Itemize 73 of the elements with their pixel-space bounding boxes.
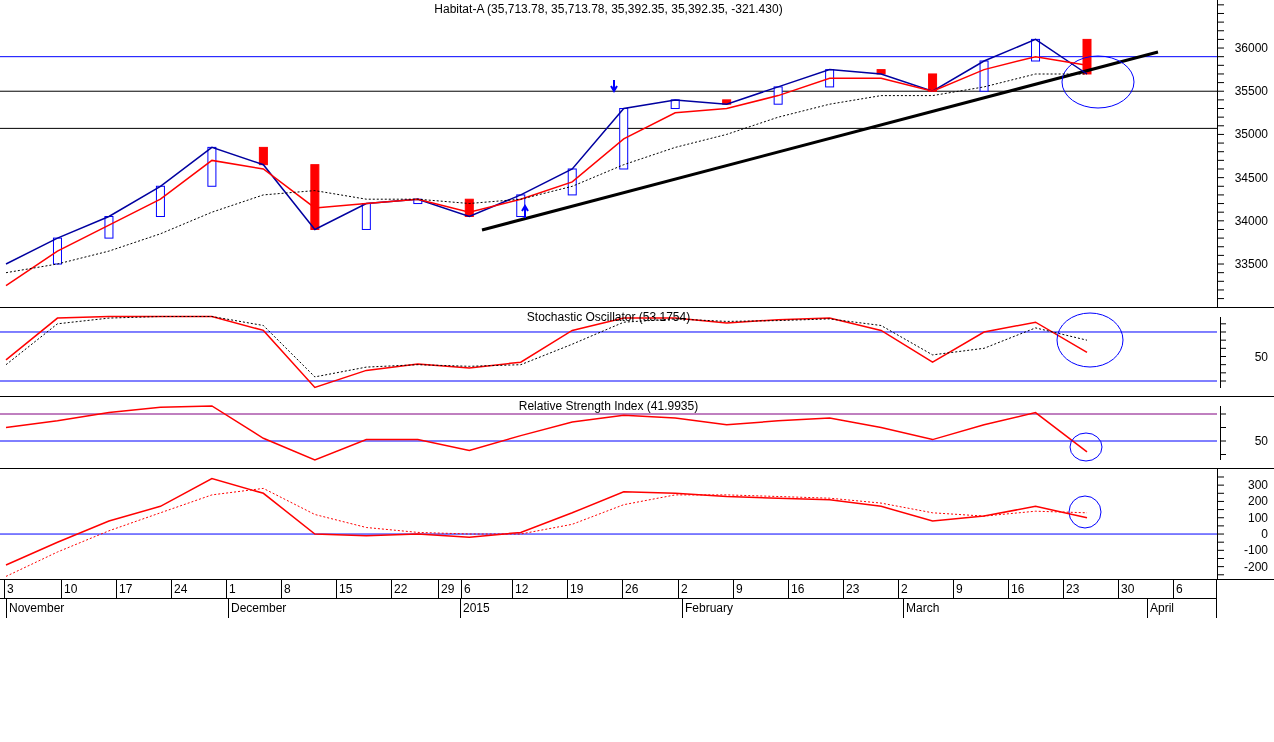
axis-label: 34000 xyxy=(1234,213,1268,228)
candlestick xyxy=(722,99,732,105)
candlestick xyxy=(310,164,320,230)
axis-label: 200 xyxy=(1247,494,1268,509)
axis-label: 50 xyxy=(1254,434,1268,448)
axis-label: 35500 xyxy=(1234,84,1268,99)
candlestick xyxy=(413,198,423,205)
candlestick xyxy=(979,60,989,92)
axis-label: 300 xyxy=(1247,478,1268,493)
candlestick xyxy=(1031,38,1040,62)
candlestick xyxy=(876,69,886,75)
date-tick-label: 8 xyxy=(281,580,291,599)
highlight-circle xyxy=(1068,495,1102,529)
candlestick xyxy=(207,146,217,187)
date-tick-label: 12 xyxy=(512,580,529,599)
candlestick xyxy=(361,203,371,230)
axis-label: -200 xyxy=(1243,559,1268,574)
candlestick xyxy=(516,194,526,217)
date-tick-label: 2 xyxy=(898,580,908,599)
candlestick xyxy=(670,99,680,109)
chart-title: Habitat-A (35,713.78, 35,713.78, 35,392.35, 35,392.35, -321.430) xyxy=(434,1,783,18)
axis-label: 33500 xyxy=(1234,257,1268,271)
axis-label: 0 xyxy=(1261,527,1268,542)
month-label: December xyxy=(228,599,287,618)
candlestick xyxy=(619,108,629,170)
candlestick xyxy=(464,198,474,217)
candlestick xyxy=(258,146,268,166)
up-arrow-icon xyxy=(521,204,529,219)
date-tick-label: 23 xyxy=(843,580,860,599)
date-tick-label: 23 xyxy=(1063,580,1080,599)
date-tick-label: 24 xyxy=(171,580,188,599)
candlestick xyxy=(928,73,938,92)
date-tick-label: 16 xyxy=(1008,580,1025,599)
month-label: March xyxy=(903,599,940,618)
axis-label: 36000 xyxy=(1234,41,1268,56)
date-tick-label: 6 xyxy=(1173,580,1183,599)
down-arrow-icon xyxy=(610,79,618,93)
date-tick-label: 1 xyxy=(226,580,236,599)
date-tick-label: 17 xyxy=(116,580,133,599)
date-tick-label: 9 xyxy=(733,580,743,599)
date-tick-label: 16 xyxy=(788,580,805,599)
axis-label: 34500 xyxy=(1234,170,1268,185)
date-tick-label: 6 xyxy=(461,580,471,599)
date-tick-label: 10 xyxy=(61,580,78,599)
date-tick-label: 22 xyxy=(391,580,408,599)
candlestick xyxy=(53,237,62,265)
date-tick-label: 3 xyxy=(4,580,14,599)
candlestick xyxy=(567,168,577,196)
month-label: February xyxy=(682,599,734,618)
highlight-circle xyxy=(1069,432,1103,462)
axis-label: 35000 xyxy=(1234,127,1268,142)
month-label: November xyxy=(6,599,65,618)
date-tick-label: 9 xyxy=(953,580,963,599)
candlestick xyxy=(773,86,783,105)
axis-line xyxy=(1220,317,1221,388)
month-label: 2015 xyxy=(460,599,490,618)
date-tick-label: 2 xyxy=(678,580,688,599)
candlestick xyxy=(1082,38,1092,75)
axis-line xyxy=(1220,406,1221,460)
date-tick-label: 26 xyxy=(622,580,639,599)
candlestick xyxy=(155,185,165,217)
axis-label: 100 xyxy=(1247,510,1268,525)
axis-label: 50 xyxy=(1254,349,1268,364)
candlestick xyxy=(825,69,835,88)
date-tick-label: 29 xyxy=(438,580,455,599)
date-tick-label: 30 xyxy=(1118,580,1135,599)
date-tick-label: 19 xyxy=(567,580,584,599)
candlestick xyxy=(104,216,114,239)
month-label: April xyxy=(1147,599,1174,618)
date-tick-label: 15 xyxy=(336,580,353,599)
axis-label: -100 xyxy=(1243,543,1268,558)
chart-title: Relative Strength Index (41.9935) xyxy=(518,398,699,415)
highlight-circle xyxy=(1056,312,1124,368)
